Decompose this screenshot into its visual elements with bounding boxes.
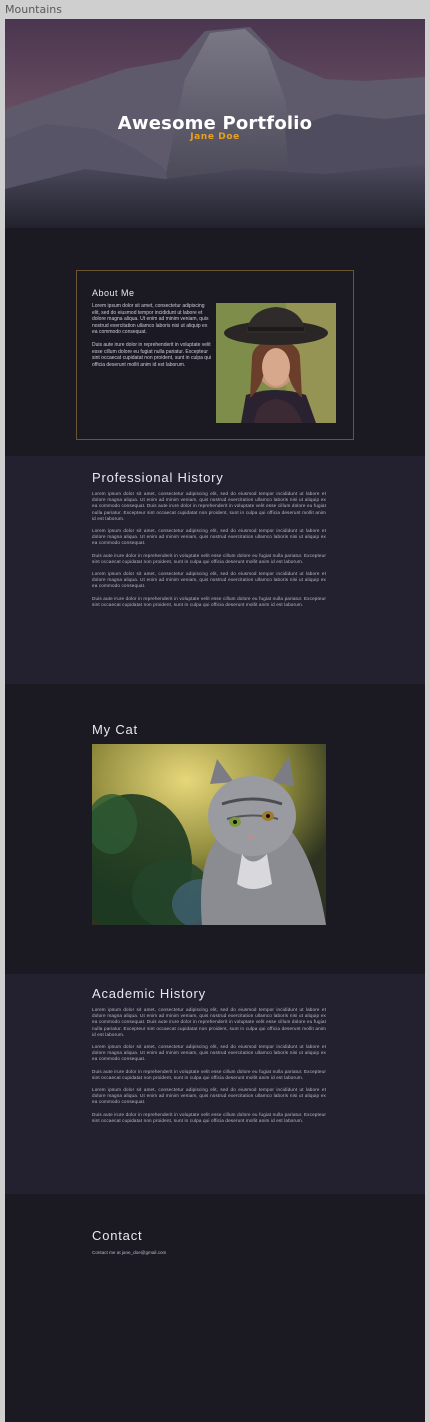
about-section: About Me Lorem ipsum dolor sit amet, con…	[5, 228, 425, 456]
hero-title: Awesome Portfolio	[117, 113, 313, 134]
professional-paragraph: Duis aute irure dolor in reprehenderit i…	[92, 595, 326, 607]
academic-body: Lorem ipsum dolor sit amet, consectetur …	[92, 1007, 326, 1130]
professional-heading: Professional History	[92, 470, 224, 485]
professional-paragraph: Lorem ipsum dolor sit amet, consectetur …	[92, 491, 326, 521]
about-text: Lorem ipsum dolor sit amet, consectetur …	[92, 303, 212, 374]
academic-heading: Academic History	[92, 986, 206, 1001]
professional-paragraph: Lorem ipsum dolor sit amet, consectetur …	[92, 571, 326, 589]
about-card: About Me Lorem ipsum dolor sit amet, con…	[76, 270, 354, 440]
academic-paragraph: Lorem ipsum dolor sit amet, consectetur …	[92, 1087, 326, 1105]
window-title: Mountains	[0, 0, 430, 19]
professional-body: Lorem ipsum dolor sit amet, consectetur …	[92, 491, 326, 614]
portrait-photo	[216, 303, 336, 423]
academic-paragraph: Duis aute irure dolor in reprehenderit i…	[92, 1068, 326, 1080]
contact-email-text[interactable]: Contact me at jane_doe@gmail.com	[92, 1250, 166, 1255]
about-paragraph: Duis aute irure dolor in reprehenderit i…	[92, 341, 211, 368]
contact-heading: Contact	[92, 1228, 143, 1243]
cat-heading: My Cat	[92, 722, 138, 737]
cat-section: My Cat	[5, 684, 425, 974]
about-paragraph: Lorem ipsum dolor sit amet, consectetur …	[92, 303, 209, 336]
academic-paragraph: Duis aute irure dolor in reprehenderit i…	[92, 1111, 326, 1123]
page-frame: Awesome Portfolio Jane Doe About Me Lore…	[5, 19, 425, 1422]
hero-subtitle: Jane Doe	[190, 132, 240, 142]
contact-section: Contact Contact me at jane_doe@gmail.com	[5, 1194, 425, 1422]
hero-banner: Awesome Portfolio Jane Doe	[5, 19, 425, 228]
academic-section: Academic History Lorem ipsum dolor sit a…	[5, 974, 425, 1194]
academic-paragraph: Lorem ipsum dolor sit amet, consectetur …	[92, 1007, 326, 1037]
academic-paragraph: Lorem ipsum dolor sit amet, consectetur …	[92, 1044, 326, 1062]
cat-photo	[92, 744, 326, 925]
professional-section: Professional History Lorem ipsum dolor s…	[5, 456, 425, 684]
professional-paragraph: Duis aute irure dolor in reprehenderit i…	[92, 552, 326, 564]
about-heading: About Me	[92, 288, 135, 298]
professional-paragraph: Lorem ipsum dolor sit amet, consectetur …	[92, 528, 326, 546]
